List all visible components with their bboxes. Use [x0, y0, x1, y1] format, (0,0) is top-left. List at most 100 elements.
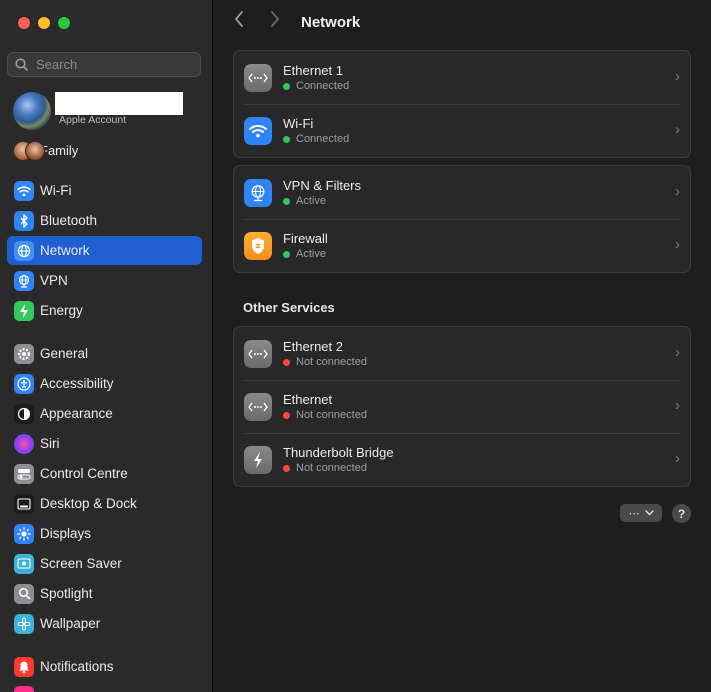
- apple-account[interactable]: Apple Account: [13, 92, 203, 132]
- chevron-right-icon: ›: [675, 121, 680, 138]
- bluetooth-icon: [14, 210, 34, 231]
- screensaver-icon: [14, 553, 34, 574]
- back-chevron-icon[interactable]: [233, 10, 245, 34]
- service-status: Not connected: [283, 409, 367, 421]
- bolt-icon: [14, 300, 34, 321]
- firewall-shield-icon: [244, 231, 272, 260]
- family-item[interactable]: Family: [13, 138, 203, 162]
- sidebar-item-desktop-dock[interactable]: Desktop & Dock: [7, 489, 202, 518]
- sidebar-item-wallpaper[interactable]: Wallpaper: [7, 609, 202, 638]
- sidebar-item-energy[interactable]: Energy: [7, 296, 202, 325]
- status-dot: [283, 250, 290, 258]
- sidebar-item-label: General: [40, 346, 89, 361]
- chevron-right-icon: ›: [675, 183, 680, 200]
- account-name-redacted: [55, 92, 183, 115]
- sidebar-item-vpn[interactable]: VPN: [7, 266, 202, 295]
- sidebar-item-wifi[interactable]: Wi-Fi: [7, 176, 202, 205]
- network-services-card: Ethernet 1 Connected › Wi-Fi Connected ›: [233, 50, 691, 158]
- status-dot: [283, 411, 290, 419]
- wifi-icon: [244, 116, 272, 145]
- status-dot: [283, 82, 290, 90]
- ethernet-icon: [244, 392, 272, 421]
- sidebar-item-label: Desktop & Dock: [40, 496, 137, 511]
- chevron-right-icon: ›: [675, 344, 680, 361]
- minimize-window-button[interactable]: [38, 17, 50, 29]
- status-dot: [283, 358, 290, 366]
- sidebar-item-spotlight[interactable]: Spotlight: [7, 579, 202, 608]
- service-status: Connected: [283, 80, 349, 92]
- help-button[interactable]: ?: [672, 504, 691, 523]
- service-row-ethernet-2[interactable]: Ethernet 2 Not connected ›: [234, 327, 690, 380]
- search-input[interactable]: [34, 56, 198, 73]
- accessibility-icon: [14, 373, 34, 394]
- sidebar-item-displays[interactable]: Displays: [7, 519, 202, 548]
- chevron-right-icon: ›: [675, 450, 680, 467]
- sidebar-item-bluetooth[interactable]: Bluetooth: [7, 206, 202, 235]
- globe-icon: [14, 240, 34, 261]
- section-title-other-services: Other Services: [243, 300, 335, 315]
- search-field[interactable]: [7, 52, 201, 77]
- ethernet-icon: [244, 63, 272, 92]
- sidebar-item-siri[interactable]: Siri: [7, 429, 202, 458]
- forward-chevron-icon[interactable]: [269, 10, 281, 34]
- service-row-firewall[interactable]: Firewall Active ›: [234, 219, 690, 272]
- ethernet-icon: [244, 339, 272, 368]
- vpn-globe-icon: [14, 270, 34, 291]
- close-window-button[interactable]: [18, 17, 30, 29]
- status-dot: [283, 197, 290, 205]
- siri-icon: [14, 433, 34, 454]
- other-services-card: Ethernet 2 Not connected › Ethernet Not …: [233, 326, 691, 487]
- status-dot: [283, 464, 290, 472]
- zoom-window-button[interactable]: [58, 17, 70, 29]
- service-row-ethernet-1[interactable]: Ethernet 1 Connected ›: [234, 51, 690, 104]
- service-title: Wi-Fi: [283, 116, 314, 131]
- sidebar-item-label: Control Centre: [40, 466, 128, 481]
- thunderbolt-icon: [244, 445, 272, 474]
- sidebar-next-item-icon-partial: [14, 686, 34, 692]
- service-row-vpn-filters[interactable]: VPN & Filters Active ›: [234, 166, 690, 219]
- account-subtitle: Apple Account: [59, 114, 127, 126]
- service-status: Not connected: [283, 462, 394, 474]
- bell-icon: [14, 656, 34, 677]
- sidebar-item-general[interactable]: General: [7, 339, 202, 368]
- dock-icon: [14, 493, 34, 514]
- magnifier-icon: [14, 583, 34, 604]
- sidebar: Apple Account Family Wi-Fi Bluetooth Net…: [0, 0, 213, 692]
- sidebar-item-label: Screen Saver: [40, 556, 122, 571]
- appearance-icon: [14, 403, 34, 424]
- service-title: Ethernet 1: [283, 63, 343, 78]
- sidebar-item-label: Siri: [40, 436, 60, 451]
- chevron-right-icon: ›: [675, 397, 680, 414]
- status-dot: [283, 135, 290, 143]
- toggles-icon: [14, 463, 34, 484]
- service-title: Firewall: [283, 231, 328, 246]
- service-status: Connected: [283, 133, 349, 145]
- service-row-ethernet[interactable]: Ethernet Not connected ›: [234, 380, 690, 433]
- sidebar-item-label: Appearance: [40, 406, 113, 421]
- family-avatars: [13, 139, 47, 161]
- service-row-thunderbolt-bridge[interactable]: Thunderbolt Bridge Not connected ›: [234, 433, 690, 486]
- service-row-wifi[interactable]: Wi-Fi Connected ›: [234, 104, 690, 157]
- sidebar-item-network[interactable]: Network: [7, 236, 202, 265]
- sidebar-item-control-centre[interactable]: Control Centre: [7, 459, 202, 488]
- service-title: VPN & Filters: [283, 178, 362, 193]
- sidebar-item-screen-saver[interactable]: Screen Saver: [7, 549, 202, 578]
- sidebar-item-label: Wallpaper: [40, 616, 101, 631]
- page-title: Network: [301, 14, 361, 31]
- main-pane: Network Ethernet 1 Connected › Wi-Fi Con…: [213, 0, 711, 692]
- service-status: Not connected: [283, 356, 367, 368]
- sidebar-item-notifications[interactable]: Notifications: [7, 652, 202, 681]
- service-title: Thunderbolt Bridge: [283, 445, 394, 460]
- more-actions-button[interactable]: ⋯: [620, 504, 662, 522]
- sidebar-item-label: Displays: [40, 526, 92, 541]
- sidebar-item-appearance[interactable]: Appearance: [7, 399, 202, 428]
- sun-icon: [14, 523, 34, 544]
- chevron-right-icon: ›: [675, 68, 680, 85]
- sidebar-item-accessibility[interactable]: Accessibility: [7, 369, 202, 398]
- vpn-firewall-card: VPN & Filters Active › Firewall Active ›: [233, 165, 691, 273]
- service-title: Ethernet 2: [283, 339, 343, 354]
- flower-icon: [14, 613, 34, 634]
- wifi-icon: [14, 180, 34, 201]
- sidebar-item-label: Bluetooth: [40, 213, 98, 228]
- chevron-right-icon: ›: [675, 236, 680, 253]
